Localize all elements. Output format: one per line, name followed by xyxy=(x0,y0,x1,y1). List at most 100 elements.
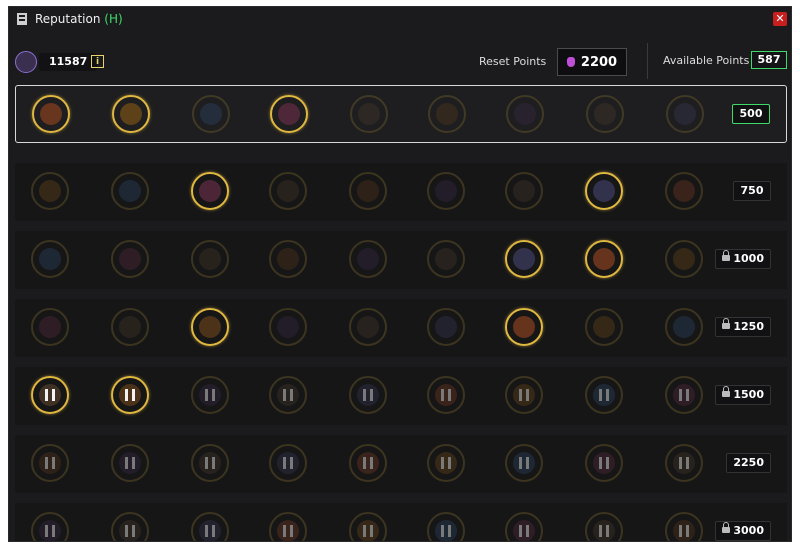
skill-icon[interactable] xyxy=(427,240,465,278)
skill-icon[interactable] xyxy=(191,444,229,482)
skill-icon[interactable] xyxy=(111,512,149,541)
skill-icon[interactable] xyxy=(585,376,623,414)
skill-emblem-icon xyxy=(39,316,61,338)
skill-icon[interactable] xyxy=(31,240,69,278)
skill-icon[interactable] xyxy=(269,444,307,482)
skill-icon[interactable] xyxy=(191,376,229,414)
skill-icon[interactable] xyxy=(111,172,149,210)
skill-icon[interactable] xyxy=(665,376,703,414)
skill-icon[interactable] xyxy=(350,95,388,133)
skill-icon[interactable] xyxy=(427,308,465,346)
skill-icon[interactable] xyxy=(269,240,307,278)
skill-icon[interactable] xyxy=(505,512,543,541)
skill-emblem-icon xyxy=(357,316,379,338)
skill-icon[interactable] xyxy=(111,240,149,278)
pause-icon xyxy=(45,525,55,537)
skill-icon[interactable] xyxy=(665,308,703,346)
tier-cost: 1000 xyxy=(715,249,771,269)
skill-icon[interactable] xyxy=(427,512,465,541)
skill-emblem-icon xyxy=(593,248,615,270)
skill-icon[interactable] xyxy=(269,172,307,210)
skill-icon[interactable] xyxy=(111,308,149,346)
skill-icon[interactable] xyxy=(427,376,465,414)
skill-icon[interactable] xyxy=(269,512,307,541)
skill-icon[interactable] xyxy=(505,308,543,346)
skill-icon[interactable] xyxy=(585,308,623,346)
skill-emblem-icon xyxy=(593,316,615,338)
pause-icon xyxy=(679,457,689,469)
skill-icon[interactable] xyxy=(666,95,704,133)
skill-icon[interactable] xyxy=(31,308,69,346)
skill-emblem-icon xyxy=(119,248,141,270)
pause-icon xyxy=(679,525,689,537)
skill-icon[interactable] xyxy=(505,376,543,414)
available-points-label: Available Points xyxy=(663,54,750,67)
skill-icon[interactable] xyxy=(111,444,149,482)
skill-icon[interactable] xyxy=(427,444,465,482)
tier-cost: 1500 xyxy=(715,385,771,405)
skill-icon[interactable] xyxy=(585,444,623,482)
skill-emblem-icon xyxy=(277,180,299,202)
skill-icon[interactable] xyxy=(31,512,69,541)
skill-icon[interactable] xyxy=(32,95,70,133)
tier-cost-value: 500 xyxy=(739,107,763,120)
skill-icon[interactable] xyxy=(586,95,624,133)
pause-icon xyxy=(599,457,609,469)
skill-emblem-icon xyxy=(357,248,379,270)
tier-skill-icons xyxy=(16,86,716,144)
skill-icon[interactable] xyxy=(665,444,703,482)
divider xyxy=(647,43,648,79)
skill-icon[interactable] xyxy=(585,512,623,541)
skill-emblem-icon xyxy=(673,180,695,202)
skill-icon[interactable] xyxy=(505,172,543,210)
skill-icon[interactable] xyxy=(428,95,466,133)
reputation-window: Reputation (H) ✕ 11587 i Reset Points 22… xyxy=(8,6,792,542)
skill-icon[interactable] xyxy=(349,172,387,210)
tier-row: 3000 xyxy=(15,503,787,541)
skill-icon[interactable] xyxy=(427,172,465,210)
skill-icon[interactable] xyxy=(191,512,229,541)
tier-cost-value: 750 xyxy=(740,184,764,197)
window-title: Reputation (H) xyxy=(35,12,123,26)
skill-icon[interactable] xyxy=(585,172,623,210)
skill-icon[interactable] xyxy=(112,95,150,133)
skill-icon[interactable] xyxy=(269,376,307,414)
skill-icon[interactable] xyxy=(585,240,623,278)
pause-icon xyxy=(679,389,689,401)
skill-icon[interactable] xyxy=(349,512,387,541)
skill-emblem-icon xyxy=(436,103,458,125)
skill-icon[interactable] xyxy=(665,512,703,541)
skill-icon[interactable] xyxy=(269,308,307,346)
skill-icon[interactable] xyxy=(349,308,387,346)
skill-icon[interactable] xyxy=(349,376,387,414)
skill-emblem-icon xyxy=(513,248,535,270)
skill-icon[interactable] xyxy=(506,95,544,133)
skill-icon[interactable] xyxy=(31,376,69,414)
skill-icon[interactable] xyxy=(270,95,308,133)
skill-icon[interactable] xyxy=(31,444,69,482)
skill-icon[interactable] xyxy=(349,444,387,482)
skill-emblem-icon xyxy=(673,316,695,338)
close-button[interactable]: ✕ xyxy=(773,12,787,26)
skill-icon[interactable] xyxy=(111,376,149,414)
skill-icon[interactable] xyxy=(665,172,703,210)
skill-icon[interactable] xyxy=(192,95,230,133)
skill-icon[interactable] xyxy=(665,240,703,278)
skill-icon[interactable] xyxy=(31,172,69,210)
reset-points-button[interactable]: 2200 xyxy=(557,48,627,76)
skill-icon[interactable] xyxy=(505,444,543,482)
skill-icon[interactable] xyxy=(349,240,387,278)
pause-icon xyxy=(363,457,373,469)
skill-icon[interactable] xyxy=(191,240,229,278)
pause-icon xyxy=(441,389,451,401)
tier-skill-icons xyxy=(15,231,715,289)
skill-icon[interactable] xyxy=(191,172,229,210)
skill-icon[interactable] xyxy=(505,240,543,278)
pause-icon xyxy=(205,525,215,537)
pause-icon xyxy=(283,457,293,469)
skill-emblem-icon xyxy=(593,180,615,202)
skill-icon[interactable] xyxy=(191,308,229,346)
reputation-icon xyxy=(15,51,37,73)
skill-emblem-icon xyxy=(277,248,299,270)
info-button[interactable]: i xyxy=(91,55,104,68)
